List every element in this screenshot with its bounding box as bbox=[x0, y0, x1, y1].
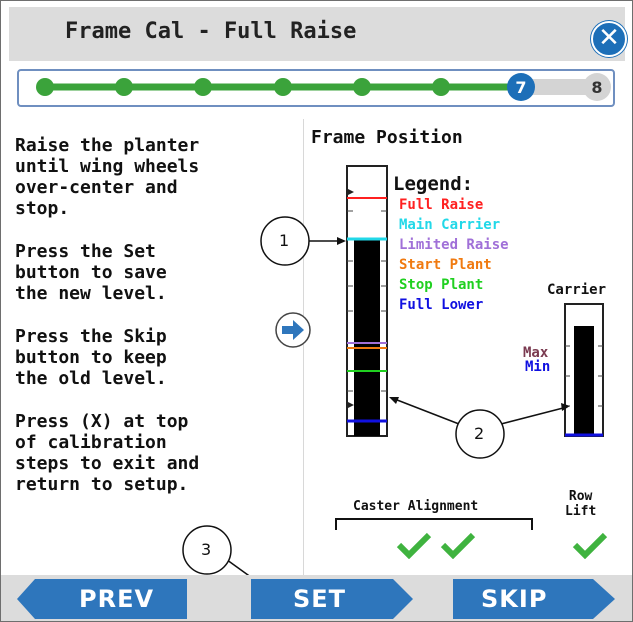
caster-right-check-icon bbox=[440, 532, 476, 559]
frame-gauge-fill bbox=[354, 239, 380, 436]
row-lift-line-2: Lift bbox=[565, 504, 597, 519]
bottom-nav: PREV SET SKIP bbox=[1, 575, 632, 621]
window-title: Frame Cal - Full Raise bbox=[65, 19, 357, 44]
title-bar: Frame Cal - Full Raise ✕ bbox=[9, 7, 627, 61]
prev-button[interactable]: PREV bbox=[79, 585, 154, 613]
close-icon: ✕ bbox=[598, 23, 620, 53]
close-button[interactable]: ✕ bbox=[591, 21, 627, 57]
carrier-min-label: Min bbox=[525, 359, 551, 375]
row-lift-line-1: Row bbox=[568, 489, 593, 504]
legend-main-carrier: Main Carrier bbox=[399, 217, 501, 233]
legend-full-raise: Full Raise bbox=[399, 197, 484, 213]
instruction-skip: Press the Skip button to keep the old le… bbox=[15, 326, 167, 389]
callout-2-number: 2 bbox=[474, 424, 485, 443]
caster-alignment-label: Caster Alignment bbox=[353, 499, 479, 514]
callout-3-number: 3 bbox=[201, 540, 212, 559]
legend-limited-raise: Limited Raise bbox=[399, 237, 509, 253]
progress-track: 7 8 bbox=[36, 73, 611, 101]
instruction-set: Press the Set button to save the new lev… bbox=[15, 241, 167, 304]
caster-left-check-icon bbox=[396, 532, 432, 559]
instructions-panel: Raise the planter until wing wheels over… bbox=[15, 135, 301, 517]
callout-1-number: 1 bbox=[279, 231, 290, 250]
instruction-raise: Raise the planter until wing wheels over… bbox=[15, 135, 200, 219]
legend-stop-plant: Stop Plant bbox=[399, 277, 484, 293]
legend-full-lower: Full Lower bbox=[399, 297, 484, 313]
step-dot-5 bbox=[353, 78, 371, 96]
carrier-gauge-fill bbox=[574, 326, 594, 436]
instruction-exit: Press (X) at top of calibration steps to… bbox=[15, 411, 200, 495]
calibration-screen: Frame Cal - Full Raise ✕ 7 8 Raise the p… bbox=[0, 0, 633, 622]
arrow-right-icon bbox=[275, 312, 311, 348]
step-dot-2 bbox=[115, 78, 133, 96]
row-lift-check-icon bbox=[572, 532, 608, 559]
step-dot-6 bbox=[432, 78, 450, 96]
legend-start-plant: Start Plant bbox=[399, 257, 492, 273]
skip-button[interactable]: SKIP bbox=[481, 585, 547, 613]
step-last-number: 8 bbox=[591, 78, 602, 97]
step-progress-bar: 7 8 bbox=[17, 69, 615, 107]
step-dot-3 bbox=[194, 78, 212, 96]
step-dot-4 bbox=[274, 78, 292, 96]
caster-alignment-bracket bbox=[335, 518, 533, 530]
step-dot-1 bbox=[36, 78, 54, 96]
step-current-number: 7 bbox=[515, 78, 526, 97]
carrier-title: Carrier bbox=[547, 282, 607, 298]
frame-position-heading: Frame Position bbox=[311, 127, 463, 148]
legend-title: Legend: bbox=[393, 173, 474, 195]
set-button[interactable]: SET bbox=[293, 585, 346, 613]
row-lift-label: Row Lift bbox=[565, 489, 596, 519]
